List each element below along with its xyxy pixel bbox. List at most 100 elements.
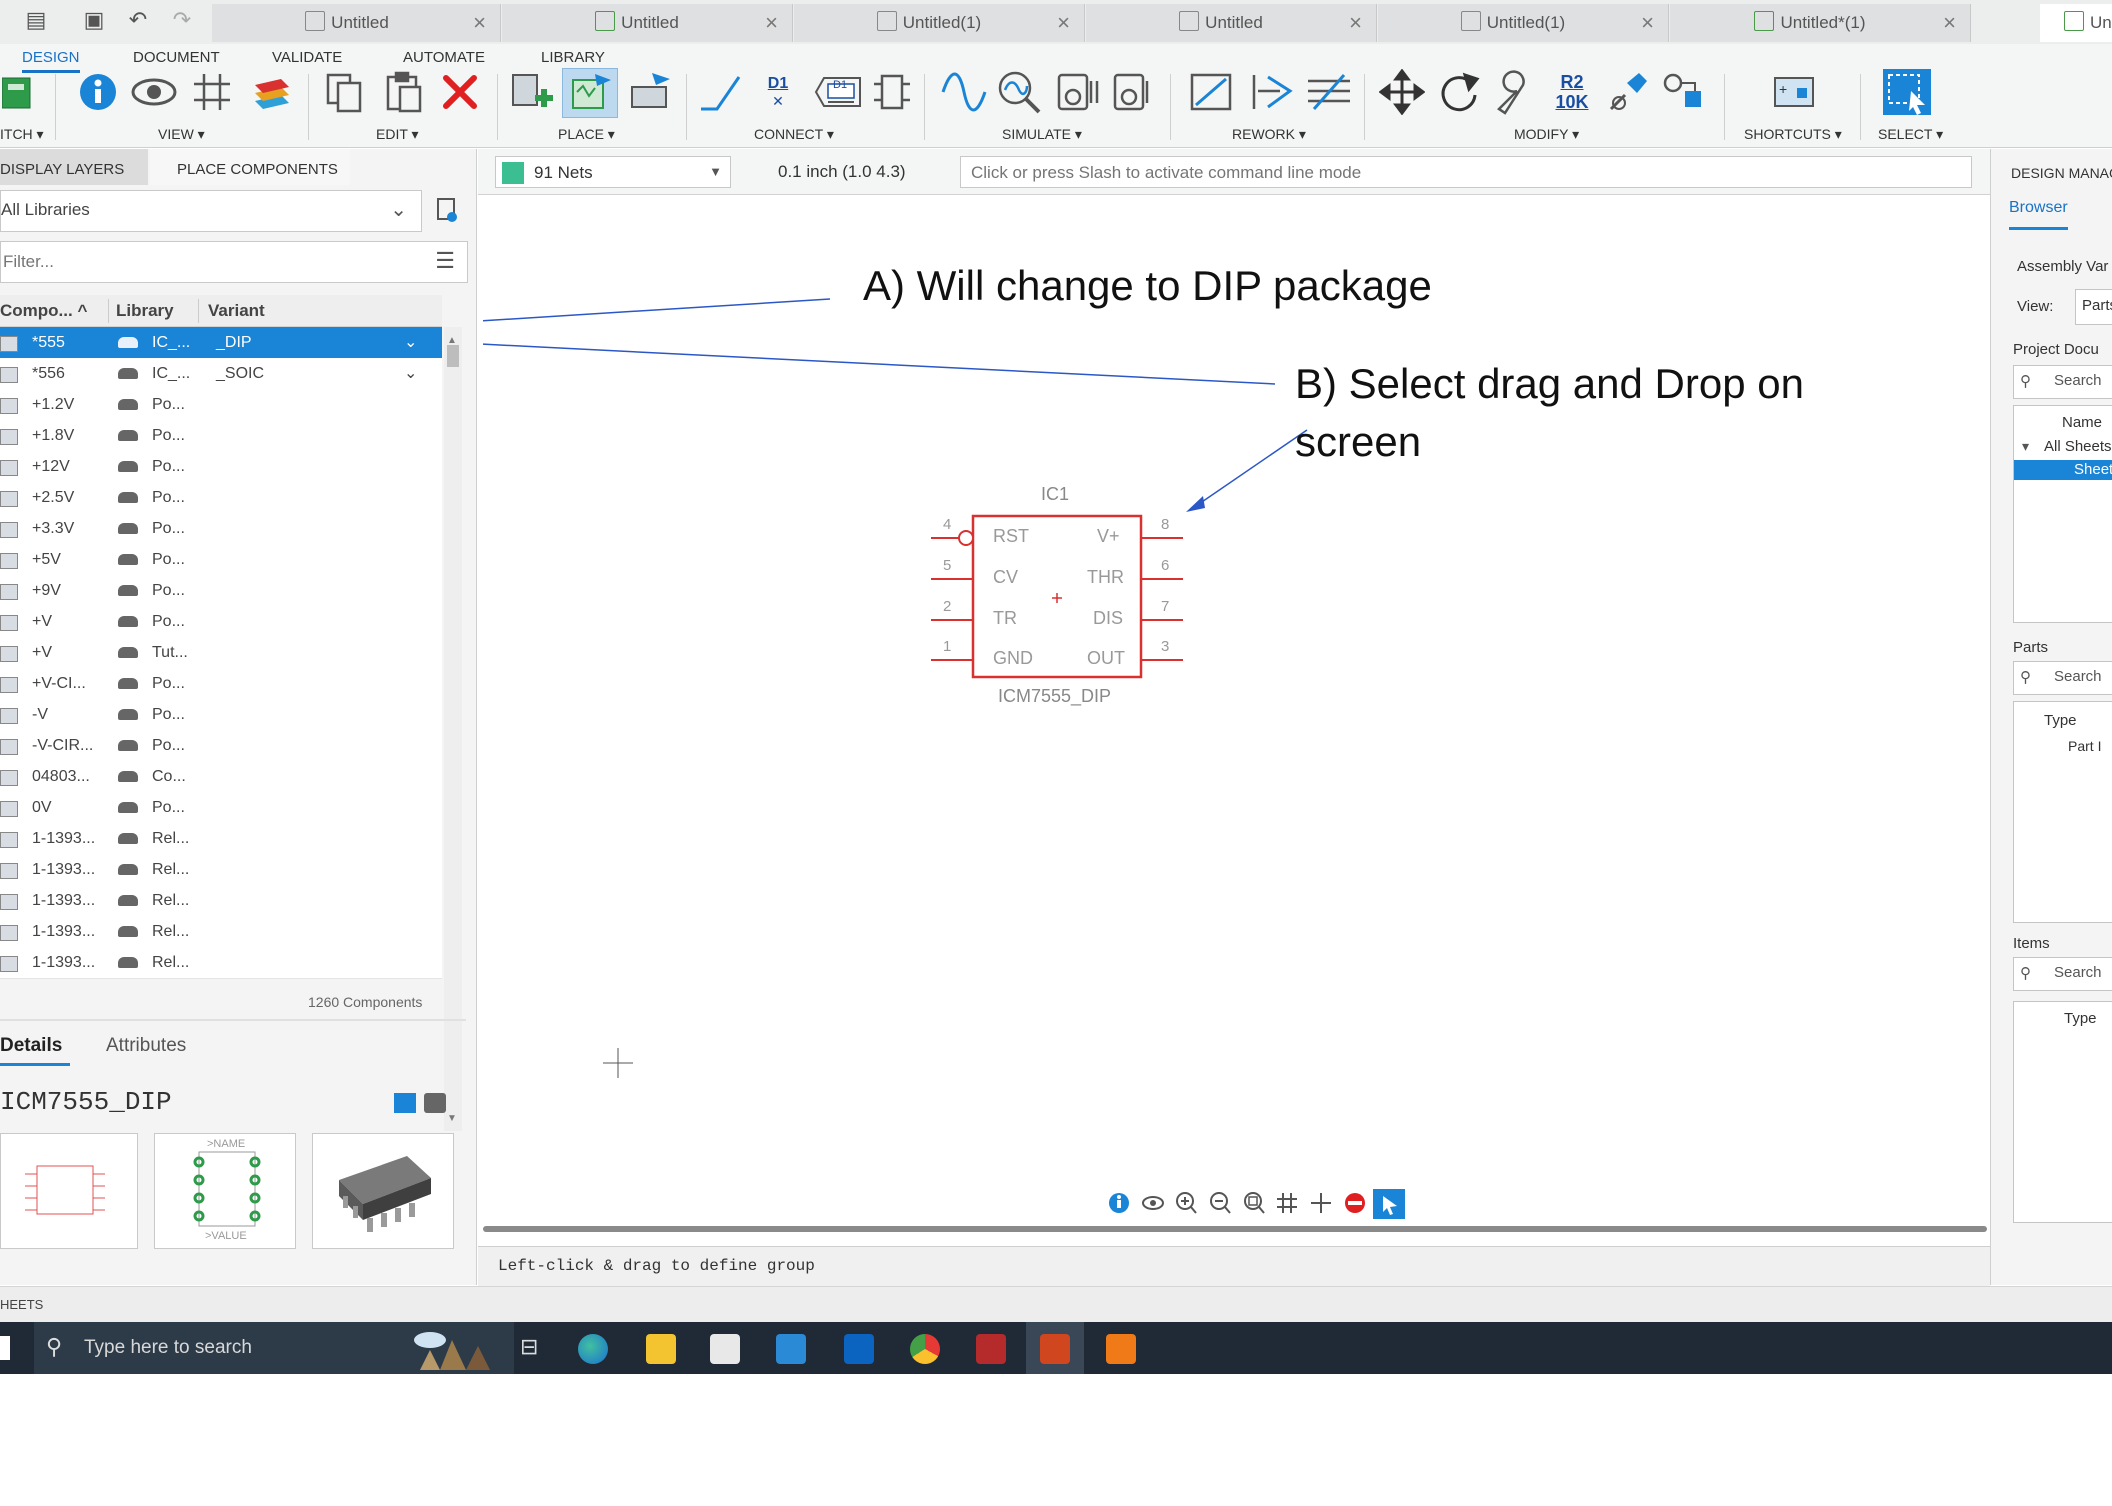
ic-symbol[interactable] (931, 514, 1183, 679)
taskbar-search-box[interactable]: ⚲ Type here to search (34, 1322, 514, 1374)
store-icon[interactable] (710, 1334, 740, 1364)
powerpoint-icon[interactable] (1040, 1334, 1070, 1364)
group-switch[interactable]: ITCH ▾ (0, 126, 44, 143)
tree-expand-icon[interactable]: ▾ (2022, 438, 2029, 455)
net-class-select[interactable]: 91 Nets ▼ (495, 156, 731, 188)
group-modify[interactable]: MODIFY ▾ (1514, 126, 1579, 143)
close-icon[interactable]: × (1641, 4, 1654, 42)
column-name[interactable]: Name (2062, 414, 2102, 431)
place-package-icon[interactable] (626, 68, 676, 116)
tab-untitled-4[interactable]: Untitled × (1086, 4, 1377, 42)
parts-search-input[interactable]: ⚲ Search (2013, 661, 2112, 695)
move-icon[interactable] (1378, 68, 1426, 116)
paste-icon[interactable] (382, 68, 426, 116)
group-view[interactable]: VIEW ▾ (158, 126, 205, 143)
tab-untitled-2[interactable]: Untitled × (502, 4, 793, 42)
component-row[interactable]: 04803... Co... (0, 761, 442, 793)
command-input[interactable] (969, 161, 1963, 185)
items-search-input[interactable]: ⚲ Search (2013, 957, 2112, 991)
footprint-preview[interactable]: >NAME >VALUE (154, 1133, 296, 1249)
name-label-icon[interactable]: D1 ✕ (756, 68, 800, 116)
column-type[interactable]: Type (2044, 712, 2077, 729)
file-explorer-icon[interactable] (646, 1334, 676, 1364)
settings-icon[interactable] (424, 1093, 446, 1113)
tree-sheet-selected[interactable]: Sheet (2014, 460, 2112, 480)
group-select[interactable]: SELECT ▾ (1878, 126, 1943, 143)
ribbon-tab-document[interactable]: DOCUMENT (133, 46, 220, 70)
library-dropdown[interactable]: All Libraries ⌄ (0, 190, 422, 232)
ribbon-tab-automate[interactable]: AUTOMATE (403, 46, 485, 70)
component-row[interactable]: +V Po... (0, 606, 442, 638)
3d-view-icon[interactable] (394, 1093, 416, 1113)
edge-icon[interactable] (578, 1334, 608, 1364)
component-row[interactable]: +2.5V Po... (0, 482, 442, 514)
filter-input-box[interactable]: ☰ (0, 241, 468, 283)
tab-untitled-7[interactable]: Unti (2040, 4, 2112, 42)
component-row[interactable]: 1-1393... Rel... (0, 885, 442, 917)
rework-net-icon[interactable] (1186, 68, 1236, 116)
rework-connect-icon[interactable] (1248, 68, 1298, 116)
component-row[interactable]: 1-1393... Rel... (0, 947, 442, 979)
tab-attributes[interactable]: Attributes (106, 1035, 186, 1057)
part-row[interactable]: Part I (2068, 738, 2101, 754)
zoom-fit-icon[interactable] (1244, 1192, 1262, 1210)
undo-icon[interactable]: ↶ (124, 6, 152, 34)
filter-settings-icon[interactable]: ☰ (435, 248, 455, 274)
component-row[interactable]: +3.3V Po... (0, 513, 442, 545)
close-icon[interactable]: × (473, 4, 486, 42)
variant-dropdown-icon[interactable]: ⌄ (404, 358, 417, 389)
library-manager-icon[interactable] (436, 197, 458, 223)
switch-icon[interactable] (0, 68, 34, 116)
mail-icon[interactable] (776, 1334, 806, 1364)
sheets-label[interactable]: HEETS (0, 1297, 43, 1312)
close-icon[interactable]: × (765, 4, 778, 42)
task-view-icon[interactable]: ⊟ (520, 1334, 538, 1360)
tree-all-sheets[interactable]: All Sheets (2044, 438, 2112, 455)
canvas-horizontal-scrollbar[interactable] (483, 1226, 1987, 1232)
component-row[interactable]: 0V Po... (0, 792, 442, 824)
redo-icon[interactable]: ↷ (168, 6, 196, 34)
chrome-icon[interactable] (910, 1334, 940, 1364)
component-row[interactable]: +9V Po... (0, 575, 442, 607)
simulate-settings-icon[interactable] (1108, 68, 1156, 116)
file-menu-icon[interactable]: ▤ (22, 6, 50, 34)
component-row[interactable]: +12V Po... (0, 451, 442, 483)
schematic-symbol-preview[interactable] (0, 1133, 138, 1249)
probe-icon[interactable] (996, 68, 1044, 116)
3d-package-preview[interactable] (312, 1133, 454, 1249)
group-place[interactable]: PLACE ▾ (558, 126, 615, 143)
rotate-icon[interactable] (1434, 68, 1482, 116)
net-icon[interactable] (696, 68, 744, 116)
info-icon[interactable] (76, 68, 120, 116)
close-icon[interactable]: × (1057, 4, 1070, 42)
column-variant[interactable]: Variant (208, 295, 265, 327)
component-list-scrollbar[interactable]: ▲ ▼ (444, 327, 462, 1131)
component-row[interactable]: -V-CIR... Po... (0, 730, 442, 762)
close-icon[interactable]: × (1943, 4, 1956, 42)
tab-untitled-1[interactable]: Untitled × (212, 4, 501, 42)
component-row[interactable]: 1-1393... Rel... (0, 854, 442, 886)
group-connect[interactable]: CONNECT ▾ (754, 126, 834, 143)
delete-icon[interactable] (438, 68, 482, 116)
simulate-device-icon[interactable] (1052, 68, 1100, 116)
schematic-canvas[interactable]: A) Will change to DIP package B) Select … (483, 196, 1987, 1232)
layers-icon[interactable] (250, 68, 294, 116)
ribbon-tab-library[interactable]: LIBRARY (541, 46, 605, 70)
component-row[interactable]: *555 IC_... _DIP ⌄ (0, 327, 442, 359)
bus-icon[interactable] (870, 68, 914, 116)
outlook-icon[interactable] (844, 1334, 874, 1364)
component-row[interactable]: +V-CI... Po... (0, 668, 442, 700)
command-line-input[interactable] (960, 156, 1972, 188)
grid-icon[interactable] (1277, 1193, 1297, 1213)
crosshair-icon[interactable] (1311, 1193, 1331, 1213)
split-icon[interactable] (1604, 68, 1652, 116)
tab-display-layers[interactable]: DISPLAY LAYERS (0, 155, 124, 185)
project-search-input[interactable]: ⚲ Search (2013, 365, 2112, 399)
fusion-icon[interactable] (1106, 1334, 1136, 1364)
component-row[interactable]: +V Tut... (0, 637, 442, 669)
component-row[interactable]: 1-1393... Rel... (0, 916, 442, 948)
sine-wave-icon[interactable] (940, 68, 988, 116)
access-icon[interactable] (976, 1334, 1006, 1364)
group-simulate[interactable]: SIMULATE ▾ (1002, 126, 1082, 143)
tab-untitled-3[interactable]: Untitled(1) × (794, 4, 1085, 42)
